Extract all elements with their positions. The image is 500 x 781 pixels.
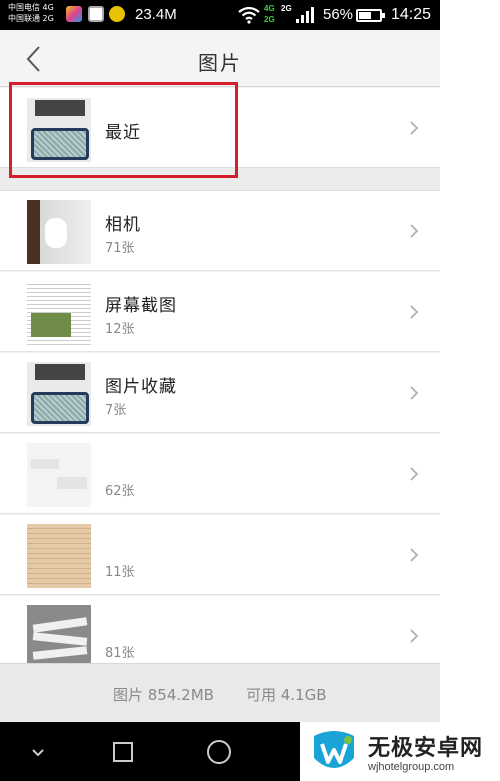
- carrier-1: 中国电信 4G: [8, 3, 54, 12]
- album-row[interactable]: 62张: [0, 434, 440, 514]
- chevron-right-icon: [410, 467, 419, 481]
- album-name: 相机: [105, 215, 141, 235]
- watermark: 无极安卓网 wjhotelgroup.com: [300, 722, 500, 781]
- storage-footer: 图片 854.2MB 可用 4.1GB: [0, 663, 440, 722]
- album-row-screenshots[interactable]: 屏幕截图 12张: [0, 272, 440, 352]
- album-count: 7张: [105, 403, 127, 418]
- data-usage: 23.4M: [135, 6, 177, 23]
- album-count: 71张: [105, 241, 135, 256]
- album-count: 81张: [105, 646, 135, 661]
- album-count: 12张: [105, 322, 135, 337]
- wifi-icon: [238, 6, 260, 24]
- album-row[interactable]: 11张: [0, 515, 440, 595]
- signal-icon: [296, 7, 314, 23]
- page-margin: [440, 0, 500, 722]
- gallery-app: 图片 最近 相机 71张 屏幕截图 12张 图片收藏 7张 62张 11张 81…: [0, 30, 440, 722]
- album-thumbnail: [27, 281, 91, 345]
- album-count: 11张: [105, 565, 135, 580]
- battery-icon: [356, 9, 385, 22]
- album-thumbnail: [27, 362, 91, 426]
- chevron-right-icon: [410, 305, 419, 319]
- available-space: 可用 4.1GB: [246, 686, 327, 704]
- chevron-right-icon: [410, 121, 419, 135]
- chevron-right-icon: [410, 386, 419, 400]
- clock: 14:25: [391, 6, 432, 23]
- page-title: 图片: [198, 51, 242, 75]
- album-thumbnail: [27, 443, 91, 507]
- album-name: 图片收藏: [105, 377, 177, 397]
- watermark-url: wjhotelgroup.com: [368, 761, 455, 773]
- annotation-highlight: [9, 82, 238, 178]
- home-icon[interactable]: [204, 737, 234, 767]
- app-notification-icon: [66, 6, 82, 22]
- pictures-size: 图片 854.2MB: [113, 686, 214, 704]
- network-2g-b: 2G: [281, 4, 292, 13]
- watermark-logo-icon: [314, 731, 354, 768]
- game-notification-icon: [109, 6, 125, 22]
- album-row-favorites[interactable]: 图片收藏 7张: [0, 353, 440, 433]
- watermark-title: 无极安卓网: [368, 736, 484, 761]
- network-4g: 4G: [264, 4, 275, 13]
- album-row-camera[interactable]: 相机 71张: [0, 191, 440, 271]
- network-2g-a: 2G: [264, 15, 275, 24]
- album-count: 62张: [105, 484, 135, 499]
- hide-keyboard-icon[interactable]: [23, 737, 53, 767]
- header: 图片: [0, 30, 440, 87]
- album-name: 屏幕截图: [105, 296, 177, 316]
- album-thumbnail: [27, 200, 91, 264]
- carrier-2: 中国联通 2G: [8, 14, 54, 23]
- album-thumbnail: [27, 524, 91, 588]
- album-thumbnail: [27, 605, 91, 669]
- chevron-right-icon: [410, 548, 419, 562]
- image-notification-icon: [88, 6, 104, 22]
- chevron-right-icon: [410, 224, 419, 238]
- chevron-right-icon: [410, 629, 419, 643]
- recents-icon[interactable]: [108, 737, 138, 767]
- status-bar: 中国电信 4G 中国联通 2G 23.4M 4G 2G 2G 56% 14:25: [0, 0, 440, 30]
- battery-percent: 56%: [323, 6, 354, 23]
